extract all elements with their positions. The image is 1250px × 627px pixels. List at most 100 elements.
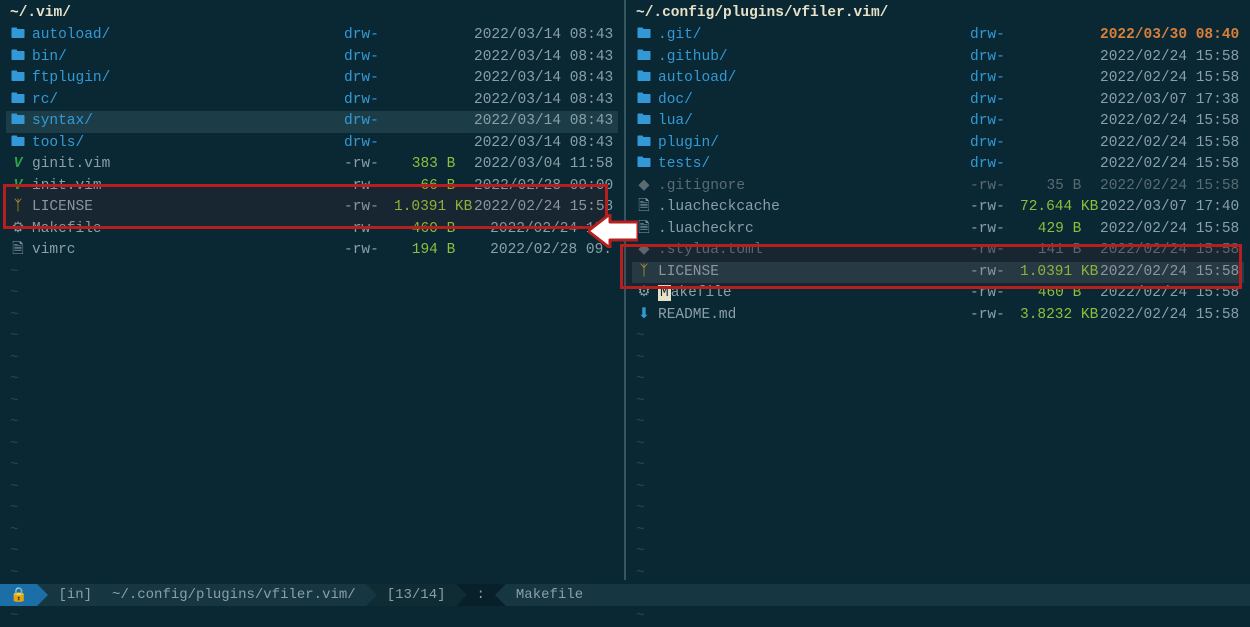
- empty-line: ~: [6, 498, 618, 520]
- file-perm: drw-: [344, 91, 394, 111]
- list-item[interactable]: 🗎.luacheckrc-rw-429 B 2022/02/24 15:58: [632, 219, 1244, 241]
- file-name: doc/: [658, 91, 858, 111]
- file-name: .luacheckcache: [658, 198, 858, 218]
- status-path: ~/.config/plugins/vfiler.vim/: [102, 584, 366, 606]
- status-bar: 🔒 [in] ~/.config/plugins/vfiler.vim/ [13…: [0, 584, 1250, 606]
- file-date: 2022/03/04 11:58: [474, 155, 614, 175]
- file-date: 2022/03/14 08:43: [474, 134, 614, 154]
- file-name: ftplugin/: [32, 69, 232, 89]
- folder-icon: 🖿: [10, 26, 26, 46]
- right-pane[interactable]: ~/.config/plugins/vfiler.vim/ 🖿.git/drw-…: [626, 0, 1250, 580]
- file-perm: drw-: [344, 134, 394, 154]
- file-name: init.vim: [32, 177, 232, 197]
- list-item[interactable]: 🖿rc/drw-2022/03/14 08:43: [6, 90, 618, 112]
- folder-icon: 🖿: [636, 91, 652, 111]
- file-name: bin/: [32, 48, 232, 68]
- list-item[interactable]: 🖿tests/drw-2022/02/24 15:58: [632, 154, 1244, 176]
- file-date: 2022/03/14 08:43: [474, 69, 614, 89]
- empty-line: ~: [632, 326, 1244, 348]
- file-perm: -rw-: [970, 284, 1020, 304]
- file-name: Makefile: [32, 220, 232, 240]
- file-perm: drw-: [344, 48, 394, 68]
- list-item[interactable]: ◆.stylua.toml-rw-141 B 2022/02/24 15:58: [632, 240, 1244, 262]
- list-item[interactable]: 🖿lua/drw-2022/02/24 15:58: [632, 111, 1244, 133]
- file-perm: -rw-: [344, 220, 394, 240]
- empty-line: ~: [632, 391, 1244, 413]
- list-item[interactable]: ⬇README.md-rw-3.8232 KB2022/02/24 15:58: [632, 305, 1244, 327]
- list-item[interactable]: 🖿.git/drw-2022/03/30 08:40: [632, 25, 1244, 47]
- list-item[interactable]: ⚙Makefile-rw-460 B 2022/02/24 15:58: [632, 283, 1244, 305]
- file-size: 194 B: [394, 241, 474, 261]
- file-name: .git/: [658, 26, 858, 46]
- empty-line: ~: [6, 434, 618, 456]
- file-date: 2022/03/14 08:43: [474, 112, 614, 132]
- file-size: 460 B: [394, 220, 474, 240]
- file-date: 2022/02/24 15:58: [1100, 241, 1240, 261]
- file-perm: drw-: [970, 112, 1020, 132]
- list-item[interactable]: 🖿ftplugin/drw-2022/03/14 08:43: [6, 68, 618, 90]
- list-item[interactable]: 🖿plugin/drw-2022/02/24 15:58: [632, 133, 1244, 155]
- vim-icon: V: [10, 177, 26, 197]
- list-item[interactable]: 🗎vimrc-rw-194 B 2022/02/28 09.: [6, 240, 618, 262]
- empty-line: ~: [6, 283, 618, 305]
- empty-line: ~: [6, 369, 618, 391]
- list-item[interactable]: 🖿autoload/drw-2022/02/24 15:58: [632, 68, 1244, 90]
- file-date: 2022/02/24 15:58: [1100, 48, 1240, 68]
- file-perm: drw-: [970, 134, 1020, 154]
- folder-icon: 🖿: [10, 134, 26, 154]
- file-perm: drw-: [344, 26, 394, 46]
- file-perm: drw-: [970, 91, 1020, 111]
- left-pane[interactable]: ~/.vim/ 🖿autoload/drw-2022/03/14 08:43🖿b…: [0, 0, 624, 580]
- list-item[interactable]: Vinit.vim-rw-66 B 2022/02/28 09:00: [6, 176, 618, 198]
- file-size: 1.0391 KB: [1020, 263, 1100, 283]
- status-position: [13/14]: [377, 584, 456, 606]
- empty-line: ~: [632, 520, 1244, 542]
- file-size: 383 B: [394, 155, 474, 175]
- list-item[interactable]: 🖿bin/drw-2022/03/14 08:43: [6, 47, 618, 69]
- file-name: tests/: [658, 155, 858, 175]
- empty-line: ~: [6, 520, 618, 542]
- right-file-list[interactable]: 🖿.git/drw-2022/03/30 08:40🖿.github/drw-2…: [632, 25, 1244, 326]
- gear-icon: ⚙: [636, 284, 652, 304]
- folder-icon: 🖿: [636, 48, 652, 68]
- dim-icon: ◆: [636, 177, 652, 197]
- right-path-header: ~/.config/plugins/vfiler.vim/: [632, 3, 1244, 25]
- file-date: 2022/02/24 15:58: [1100, 306, 1240, 326]
- list-item[interactable]: ⚙Makefile-rw-460 B 2022/02/24 15:: [6, 219, 618, 241]
- list-item[interactable]: 🖿.github/drw-2022/02/24 15:58: [632, 47, 1244, 69]
- empty-line: ~: [632, 477, 1244, 499]
- file-perm: drw-: [970, 155, 1020, 175]
- list-item[interactable]: 🗎.luacheckcache-rw-72.644 KB2022/03/07 1…: [632, 197, 1244, 219]
- left-file-list[interactable]: 🖿autoload/drw-2022/03/14 08:43🖿bin/drw-2…: [6, 25, 618, 262]
- file-perm: drw-: [344, 112, 394, 132]
- status-tag: [in]: [48, 584, 102, 606]
- list-item[interactable]: 🖿tools/drw-2022/03/14 08:43: [6, 133, 618, 155]
- file-name: README.md: [658, 306, 858, 326]
- file-name: syntax/: [32, 112, 232, 132]
- file-name: .stylua.toml: [658, 241, 858, 261]
- file-name: .gitignore: [658, 177, 858, 197]
- list-item[interactable]: 🖿 syntax/drw- 2022/03/14 08:43: [6, 111, 618, 133]
- list-item[interactable]: 🖿autoload/drw-2022/03/14 08:43: [6, 25, 618, 47]
- folder-icon: 🖿: [10, 112, 26, 132]
- left-path-header: ~/.vim/: [6, 3, 618, 25]
- file-name: plugin/: [658, 134, 858, 154]
- vim-icon: V: [10, 155, 26, 175]
- file-date: 2022/03/07 17:38: [1100, 91, 1240, 111]
- list-item[interactable]: ◆.gitignore-rw-35 B 2022/02/24 15:58: [632, 176, 1244, 198]
- doc-icon: 🗎: [636, 220, 652, 240]
- split-container: ~/.vim/ 🖿autoload/drw-2022/03/14 08:43🖿b…: [0, 0, 1250, 580]
- file-date: 2022/02/24 15:: [474, 220, 614, 240]
- file-date: 2022/03/14 08:43: [474, 48, 614, 68]
- file-name: autoload/: [658, 69, 858, 89]
- file-name: .github/: [658, 48, 858, 68]
- list-item[interactable]: ᛉLICENSE-rw-1.0391 KB2022/02/24 15:58: [632, 262, 1244, 284]
- list-item[interactable]: 🖿 doc/drw- 2022/03/07 17:38: [632, 90, 1244, 112]
- file-date: 2022/03/30 08:40: [1100, 26, 1240, 46]
- empty-line: ~: [6, 455, 618, 477]
- list-item[interactable]: Vginit.vim-rw-383 B 2022/03/04 11:58: [6, 154, 618, 176]
- list-item[interactable]: ᛉLICENSE-rw-1.0391 KB2022/02/24 15:58: [6, 197, 618, 219]
- file-size: 3.8232 KB: [1020, 306, 1100, 326]
- file-perm: -rw-: [970, 306, 1020, 326]
- file-name: vimrc: [32, 241, 232, 261]
